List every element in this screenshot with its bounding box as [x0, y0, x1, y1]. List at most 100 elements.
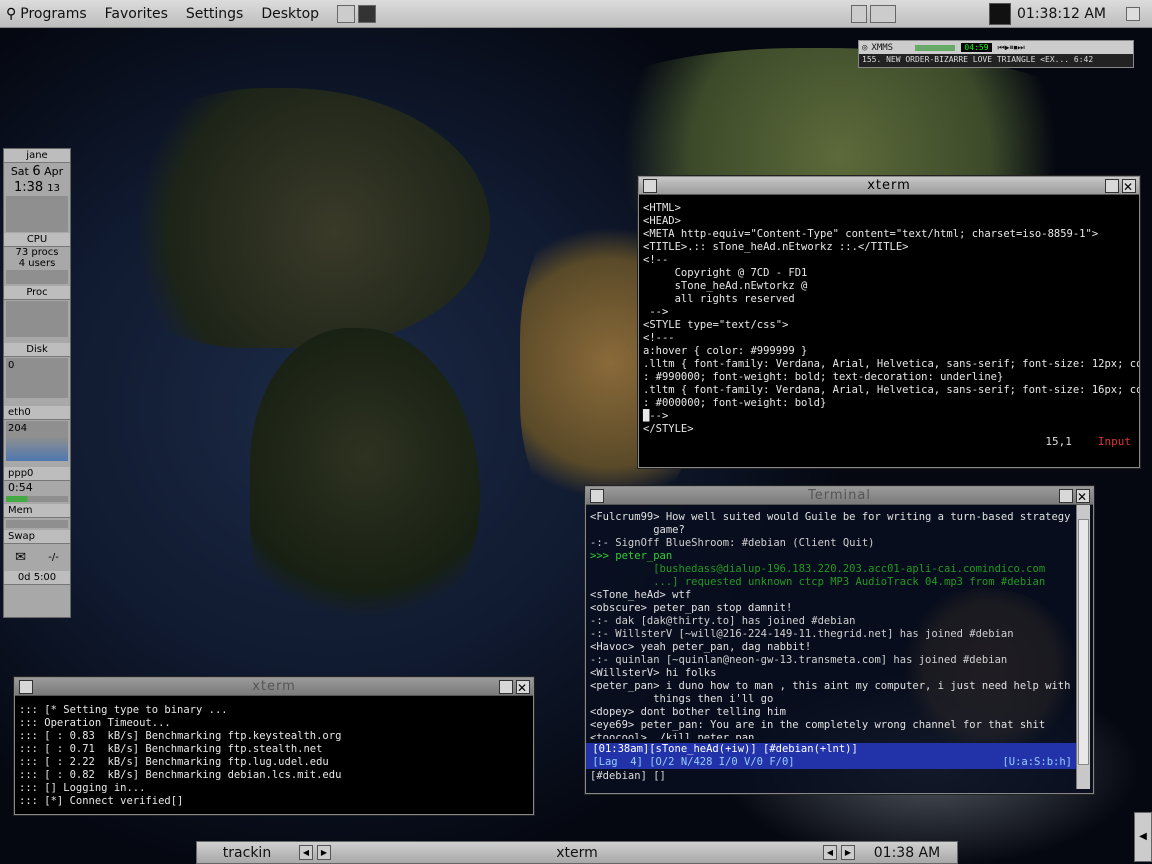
maximize-button[interactable]	[499, 680, 513, 694]
gk-proc-label: Proc	[4, 286, 70, 300]
terminal-line: <META http-equiv="Content-Type" content=…	[643, 228, 1099, 240]
screen-icon[interactable]	[870, 4, 897, 23]
task-xterm[interactable]: xterm	[333, 845, 821, 861]
minimize-button[interactable]	[19, 680, 33, 694]
minimize-button[interactable]	[643, 179, 657, 193]
terminal-line: -->	[643, 306, 669, 318]
arrow-left-icon[interactable]: ◀	[299, 845, 313, 860]
arrow-right-icon[interactable]: ▶	[317, 845, 331, 860]
taskbar-clock: 01:38 AM	[873, 844, 941, 861]
terminal-scrollbar[interactable]	[1076, 505, 1090, 789]
close-button[interactable]: ✕	[1076, 489, 1090, 504]
terminal-line: <!--	[643, 254, 669, 266]
gk-mem-bar	[6, 520, 68, 528]
menu-favorites[interactable]: Favorites	[105, 6, 168, 22]
terminal-line: ::: [ : 0.83 kB/s] Benchmarking ftp.keys…	[19, 730, 342, 742]
hide-panel-button[interactable]: ◀	[1134, 812, 1152, 862]
editor-cursor-pos: 15,1	[1045, 435, 1072, 448]
xmms-track-title: 155. NEW ORDER-BIZARRE LOVE TRIANGLE <EX…	[862, 55, 1094, 64]
top-panel: ⚲ Programs Favorites Settings Desktop 01…	[0, 0, 1152, 28]
scrollbar-thumb[interactable]	[1078, 519, 1089, 765]
xmms-logo-icon: ◎	[862, 42, 868, 53]
gk-eth-graph: 204	[6, 421, 68, 461]
terminal-line: <TITLE>.:: sTone_heAd.nEtworkz ::.</TITL…	[643, 241, 909, 253]
gk-eth-label[interactable]: eth0	[4, 406, 70, 420]
menu-desktop[interactable]: Desktop	[261, 6, 319, 22]
terminal-line: sTone_heAd.nEwtorkz @	[643, 280, 808, 292]
gk-ppp-time: 0:54	[8, 481, 33, 494]
close-button[interactable]: ✕	[516, 680, 530, 695]
terminal-line: Copyright @ 7CD - FD1	[643, 267, 808, 279]
terminal-line: -:- SignOff BlueShroom: #debian (Client …	[590, 537, 875, 549]
terminal-line: all rights reserved	[643, 293, 795, 305]
terminal-line: : #990000; font-weight: bold; text-decor…	[643, 371, 1004, 383]
xterm-editor-titlebar[interactable]: xterm ✕	[639, 177, 1139, 195]
terminal-line: -:- dak [dak@thirty.to] has joined #debi…	[590, 615, 856, 627]
menu-settings[interactable]: Settings	[186, 6, 243, 22]
gk-seconds: 13	[47, 183, 61, 194]
irc-messages[interactable]: <Fulcrum99> How well suited would Guile …	[586, 505, 1076, 739]
xmms-controls[interactable]: ⏮▶⏸⏹⏭	[998, 43, 1025, 53]
arrow-left-icon[interactable]: ◀	[823, 845, 837, 860]
terminal-line: >>> peter_pan	[590, 550, 673, 562]
gk-day: Sat	[10, 165, 29, 178]
irc-user-modes: [U:a:S:b:h]	[1002, 756, 1072, 768]
irc-status-line-1: [01:38am][sTone_heAd(+iw)] [#debian(+lnt…	[586, 743, 1076, 756]
terminal-line: <HTML>	[643, 202, 681, 214]
terminal-line: ::: [ : 0.71 kB/s] Benchmarking ftp.stea…	[19, 743, 323, 755]
maximize-button[interactable]	[1105, 179, 1119, 193]
terminal-line: <HEAD>	[643, 215, 681, 227]
task-trackin[interactable]: trackin	[197, 845, 297, 861]
xterm-window-editor[interactable]: xterm ✕ <HTML> <HEAD> <META http-equiv="Co…	[638, 176, 1140, 468]
close-button[interactable]: ✕	[1122, 179, 1136, 194]
terminal-line: <obscure> peter_pan stop damnit!	[590, 602, 793, 614]
terminal-line: ...] requested unknown ctcp MP3 AudioTra…	[590, 576, 1046, 588]
panel-clock[interactable]: 01:38:12 AM	[1017, 6, 1106, 22]
mail-icon[interactable]: ✉	[15, 550, 26, 565]
terminal-line: ::: [*] Connect verified[]	[19, 795, 184, 807]
terminal-line: ::: [ : 0.82 kB/s] Benchmarking debian.l…	[19, 769, 342, 781]
gk-mail-count: -/-	[48, 552, 59, 563]
gk-eth-value: 204	[8, 423, 28, 434]
foot-icon[interactable]: ⚲	[6, 6, 16, 22]
terminal-window-irc[interactable]: Terminal ✕ <Fulcrum99> How well suited w…	[585, 486, 1094, 794]
bottom-taskbar: trackin ◀ ▶ xterm ◀ ▶ 01:38 AM	[196, 841, 958, 864]
gk-cpu-graph	[6, 196, 68, 232]
xterm-window-ftp[interactable]: xterm ✕ ::: [* Setting type to binary ..…	[14, 677, 534, 815]
irc-input-prompt[interactable]: [#debian] []	[586, 769, 1076, 783]
terminal-line: <eye69> peter_pan: You are in the comple…	[590, 719, 1046, 731]
xmms-player[interactable]: ◎ XMMS 04:59 ⏮▶⏸⏹⏭ 155. NEW ORDER-BIZARR…	[858, 40, 1134, 68]
arrow-right-icon[interactable]: ▶	[841, 845, 855, 860]
monitor-icon[interactable]	[989, 2, 1012, 25]
gk-load-graph	[6, 270, 68, 284]
terminal-line: <dopey> dont bother telling him	[590, 706, 786, 718]
xterm-ftp-titlebar[interactable]: xterm ✕	[15, 678, 533, 696]
terminal-line: : #000000; font-weight: bold}	[643, 397, 827, 409]
terminal-line: <STYLE type="text/css">	[643, 319, 789, 331]
terminal-line: <sTone_heAd> wtf	[590, 589, 692, 601]
terminal-line: <peter_pan> i duno how to man , this ain…	[590, 680, 1076, 692]
desktop-pager-2[interactable]	[358, 4, 377, 23]
gk-hostname: jane	[4, 149, 70, 163]
terminal-line: game?	[590, 524, 685, 536]
tasklist-dropdown[interactable]	[851, 4, 868, 23]
terminal-line: .lltm { font-family: Verdana, Arial, Hel…	[643, 358, 1139, 370]
gk-time: 1:38	[13, 180, 44, 195]
maximize-button[interactable]	[1059, 489, 1073, 503]
terminal-line: </STYLE>	[643, 423, 694, 435]
gk-ppp-label[interactable]: ppp0	[4, 467, 70, 481]
xmms-volume-slider[interactable]	[915, 44, 956, 51]
gk-procs: 73 procs	[15, 247, 59, 258]
gk-uptime: 0d 5:00	[4, 571, 70, 585]
xterm-editor-content[interactable]: <HTML> <HEAD> <META http-equiv="Content-Ty…	[639, 195, 1139, 435]
menu-programs[interactable]: Programs	[20, 6, 86, 22]
terminal-titlebar[interactable]: Terminal ✕	[586, 487, 1093, 505]
terminal-line: █-->	[643, 410, 669, 422]
gk-month: Apr	[44, 165, 64, 178]
desktop-pager-1[interactable]	[337, 4, 356, 23]
minimize-button[interactable]	[590, 489, 604, 503]
terminal-line: a:hover { color: #999999 }	[643, 345, 808, 357]
xmms-time: 04:59	[961, 43, 992, 52]
panel-menu-button[interactable]	[1126, 6, 1140, 21]
xterm-ftp-content[interactable]: ::: [* Setting type to binary ...::: Ope…	[15, 696, 533, 811]
